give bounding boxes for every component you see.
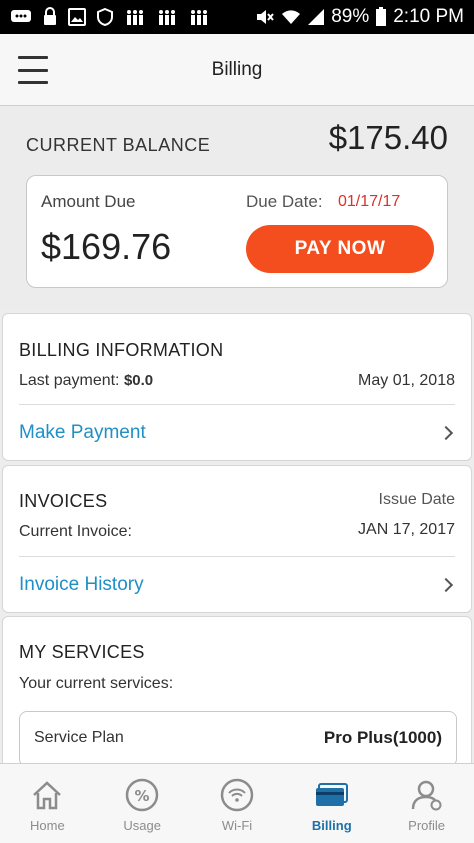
mute-icon <box>257 10 274 24</box>
status-system: 89% 2:10 PM <box>255 6 464 28</box>
people-icon <box>191 10 207 25</box>
invoice-history-link[interactable]: Invoice History <box>3 558 471 614</box>
people-icon <box>159 10 175 25</box>
image-icon <box>68 8 86 26</box>
nav-home[interactable]: Home <box>0 764 95 843</box>
nav-profile[interactable]: Profile <box>379 764 474 843</box>
percent-icon: % <box>123 776 161 814</box>
hamburger-menu-icon[interactable] <box>18 56 48 84</box>
amount-due-label: Amount Due <box>41 192 136 211</box>
divider <box>19 404 455 405</box>
chevron-right-icon <box>438 577 454 593</box>
pay-now-button[interactable]: PAY NOW <box>246 225 434 273</box>
people-icon <box>127 10 143 25</box>
chevron-right-icon <box>438 425 454 441</box>
chat-icon <box>11 10 31 22</box>
service-plan-value: Pro Plus(1000) <box>323 728 442 747</box>
last-payment-value: $0.0 <box>123 372 154 389</box>
page-title: Billing <box>211 58 263 80</box>
home-icon <box>28 776 66 814</box>
status-bar: 89% 2:10 PM <box>0 0 474 34</box>
battery-percent: 89% <box>331 6 370 27</box>
shield-icon <box>97 8 113 26</box>
last-payment-date: May 01, 2018 <box>358 372 455 389</box>
amount-due-value: $169.76 <box>41 226 172 267</box>
last-payment-row: Last payment: $0.0 <box>19 372 153 390</box>
balance-section: CURRENT BALANCE $175.40 Amount Due $169.… <box>0 107 474 309</box>
divider <box>19 556 455 557</box>
svg-text:%: % <box>135 787 150 805</box>
amount-due-card: Amount Due $169.76 Due Date: 01/17/17 PA… <box>26 175 448 288</box>
current-balance-label: CURRENT BALANCE <box>26 135 211 155</box>
status-notifications <box>10 7 210 27</box>
credit-card-icon <box>313 776 351 814</box>
my-services-card: MY SERVICES Your current services: Servi… <box>2 616 472 776</box>
nav-label: Profile <box>408 818 446 833</box>
invoices-card: INVOICES Issue Date Current Invoice: JAN… <box>2 465 472 613</box>
nav-billing[interactable]: Billing <box>284 764 379 843</box>
lock-icon <box>44 7 56 25</box>
billing-information-title: BILLING INFORMATION <box>19 340 224 360</box>
clock: 2:10 PM <box>393 6 464 27</box>
wifi-icon <box>218 776 256 814</box>
make-payment-link[interactable]: Make Payment <box>3 406 471 462</box>
service-plan-label: Service Plan <box>34 729 124 746</box>
issue-date-label: Issue Date <box>378 491 455 508</box>
nav-label: Usage <box>123 818 161 833</box>
my-services-subtitle: Your current services: <box>19 675 174 692</box>
due-date-label: Due Date: <box>246 192 323 211</box>
nav-usage[interactable]: % Usage <box>95 764 190 843</box>
battery-icon <box>376 7 387 26</box>
current-invoice-date: JAN 17, 2017 <box>358 521 455 538</box>
service-plan-row[interactable]: Service Plan Pro Plus(1000) <box>19 711 457 767</box>
last-payment-label: Last payment: <box>19 372 120 389</box>
profile-icon <box>408 776 446 814</box>
current-invoice-label: Current Invoice: <box>19 523 132 540</box>
wifi-signal-icon <box>282 10 301 24</box>
nav-label: Wi-Fi <box>221 818 253 833</box>
nav-label: Home <box>30 818 65 833</box>
app-toolbar: Billing <box>0 34 474 106</box>
nav-label: Billing <box>311 818 352 833</box>
due-date-value: 01/17/17 <box>338 193 401 210</box>
invoices-title: INVOICES <box>19 491 108 511</box>
invoice-history-label: Invoice History <box>19 574 144 595</box>
make-payment-label: Make Payment <box>19 422 146 443</box>
bottom-navigation: Home % Usage Wi-Fi Billing Profile <box>0 763 474 843</box>
cell-signal-icon <box>308 9 325 25</box>
current-balance-value: $175.40 <box>328 119 448 156</box>
my-services-title: MY SERVICES <box>19 642 145 662</box>
billing-information-card: BILLING INFORMATION Last payment: $0.0 M… <box>2 313 472 461</box>
nav-wifi[interactable]: Wi-Fi <box>190 764 285 843</box>
